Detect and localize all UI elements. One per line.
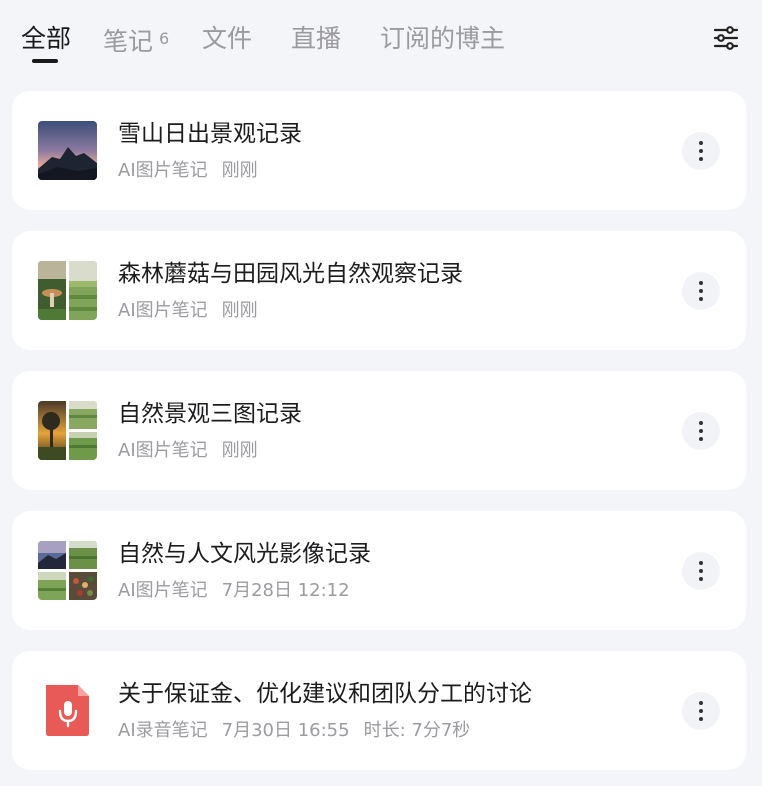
note-card[interactable]: 关于保证金、优化建议和团队分工的讨论 AI录音笔记 7月30日 16:55 时长: …: [12, 651, 746, 770]
note-time: 7月30日 16:55: [221, 720, 350, 741]
note-type: AI录音笔记: [118, 720, 208, 741]
audio-file-icon: [38, 681, 97, 740]
note-type: AI图片笔记: [118, 300, 208, 321]
note-meta: AI图片笔记 刚刚: [118, 158, 258, 184]
note-time: 7月28日 12:12: [221, 580, 350, 601]
more-options-button[interactable]: [682, 552, 720, 590]
more-options-button[interactable]: [682, 132, 720, 170]
tab-all-label: 全部: [21, 24, 72, 53]
more-options-button[interactable]: [682, 412, 720, 450]
note-time: 刚刚: [221, 300, 258, 321]
note-type: AI图片笔记: [118, 160, 208, 181]
mountain-sunrise-thumbnail: [38, 121, 97, 180]
four-photo-collage-thumbnail: [38, 541, 97, 600]
note-card[interactable]: 森林蘑菇与田园风光自然观察记录 AI图片笔记 刚刚: [12, 231, 746, 350]
tab-live-label: 直播: [291, 24, 342, 53]
note-meta: AI图片笔记 7月28日 12:12: [118, 578, 350, 604]
tab-bar: 全部 笔记 6 文件 直播 订阅的博主: [0, 0, 762, 78]
note-card[interactable]: 自然与人文风光影像记录 AI图片笔记 7月28日 12:12: [12, 511, 746, 630]
tab-all[interactable]: 全部: [21, 22, 71, 56]
note-meta: AI图片笔记 刚刚: [118, 438, 258, 464]
two-photo-collage-thumbnail: [38, 261, 97, 320]
more-options-button[interactable]: [682, 272, 720, 310]
tab-subscribed[interactable]: 订阅的博主: [380, 22, 505, 56]
filter-sliders-icon: [713, 26, 739, 50]
tab-files-label: 文件: [202, 24, 253, 53]
tab-files[interactable]: 文件: [202, 22, 252, 56]
tab-subscribed-label: 订阅的博主: [380, 24, 506, 53]
note-title: 关于保证金、优化建议和团队分工的讨论: [118, 681, 532, 707]
note-title: 自然景观三图记录: [118, 401, 302, 427]
note-card[interactable]: 自然景观三图记录 AI图片笔记 刚刚: [12, 371, 746, 490]
active-tab-indicator: [32, 59, 58, 63]
note-type: AI图片笔记: [118, 580, 208, 601]
note-meta: AI录音笔记 7月30日 16:55 时长: 7分7秒: [118, 718, 470, 744]
note-title: 雪山日出景观记录: [118, 121, 302, 147]
note-card[interactable]: 雪山日出景观记录 AI图片笔记 刚刚: [12, 91, 746, 210]
three-photo-collage-thumbnail: [38, 401, 97, 460]
filter-button[interactable]: [712, 24, 740, 52]
note-title: 自然与人文风光影像记录: [118, 541, 371, 567]
tab-notes-label: 笔记: [103, 27, 154, 56]
note-duration: 时长: 7分7秒: [363, 720, 471, 741]
note-meta: AI图片笔记 刚刚: [118, 298, 258, 324]
note-title: 森林蘑菇与田园风光自然观察记录: [118, 261, 463, 287]
notes-count-badge: 6: [159, 29, 170, 48]
note-type: AI图片笔记: [118, 440, 208, 461]
more-options-button[interactable]: [682, 692, 720, 730]
tab-notes[interactable]: 笔记 6: [103, 22, 169, 59]
note-time: 刚刚: [221, 440, 258, 461]
tab-live[interactable]: 直播: [291, 22, 341, 56]
note-time: 刚刚: [221, 160, 258, 181]
